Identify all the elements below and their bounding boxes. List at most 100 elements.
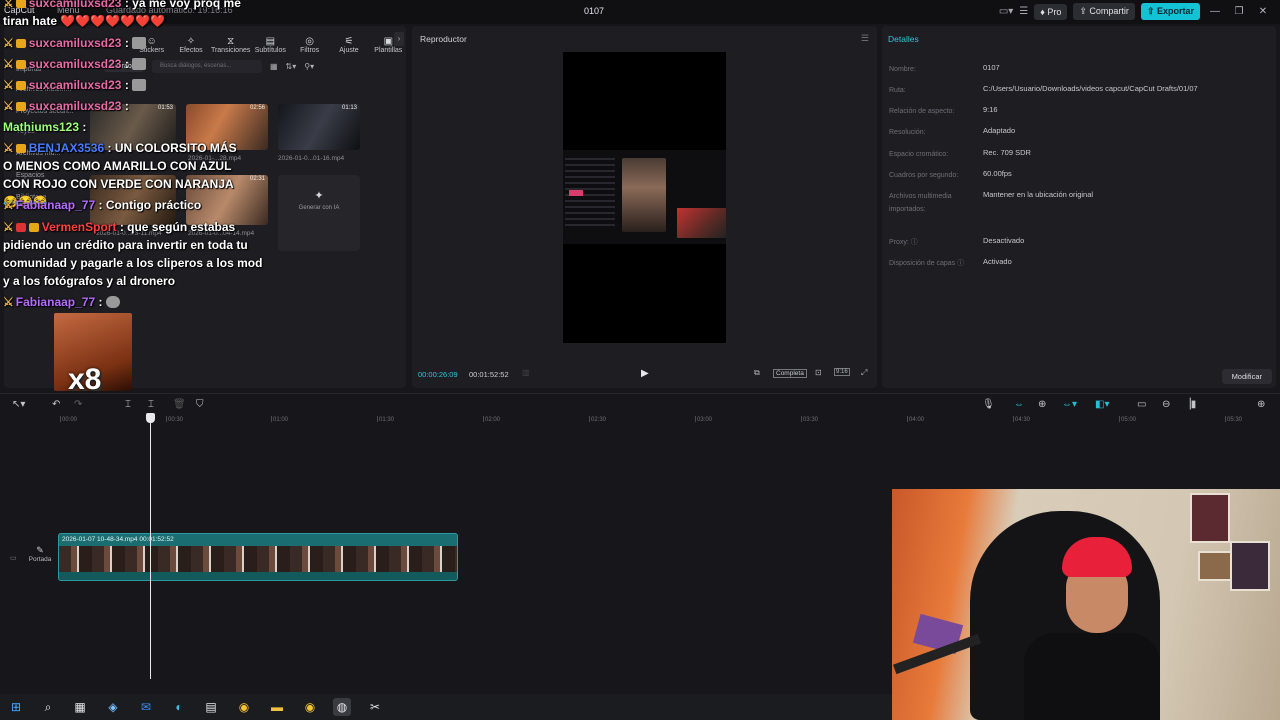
microphone-icon[interactable]: 🎙	[982, 399, 995, 410]
snap-icon[interactable]: ⊕	[1038, 399, 1046, 410]
current-time: 00:00:26:09	[418, 370, 458, 379]
share-button[interactable]: ⇪ Compartir	[1073, 3, 1135, 20]
tool-transitions[interactable]: ⧖ Transiciones	[210, 36, 251, 54]
chat-username: Fabianaap_77	[15, 198, 96, 212]
chat-username: Fabianaap_77	[15, 295, 96, 309]
preview-axis-icon[interactable]: ◧▾	[1095, 399, 1109, 410]
sort-icon[interactable]: ⇅▾	[286, 62, 297, 71]
sword-badge-icon: ⚔	[3, 198, 14, 212]
detail-value: Activado	[983, 257, 1012, 266]
search-icon[interactable]: ⌕	[39, 698, 57, 716]
linkage-icon[interactable]: ⇔▾	[1062, 399, 1077, 410]
folder-icon[interactable]: ▬	[268, 698, 286, 716]
zoom-slider[interactable]: ▕▮	[1183, 399, 1196, 410]
split-view-icon[interactable]: ⧉	[754, 368, 760, 378]
ratio-icon[interactable]: 9:16	[834, 368, 850, 376]
tool-label: Transiciones	[210, 47, 251, 54]
layout-icon[interactable]: ▭▾	[999, 6, 1013, 17]
chat-message: Mathiums123 :	[3, 118, 86, 136]
generate-ai-label: Generar con IA	[298, 205, 340, 211]
chat-text: :	[82, 120, 87, 134]
project-title: 0107	[584, 6, 605, 16]
split-icon[interactable]: ⌶	[125, 399, 131, 410]
restore-icon[interactable]: ❐	[1230, 6, 1248, 17]
ruler-tick: 02:30	[588, 416, 607, 423]
quality-select[interactable]: Completa	[773, 369, 807, 378]
export-button[interactable]: ⇧ Exportar	[1140, 3, 1200, 20]
caption-icon[interactable]: ▭	[1137, 399, 1146, 410]
split-right-icon[interactable]: ⌶	[148, 399, 154, 410]
detail-value: Rec. 709 SDR	[983, 148, 1031, 157]
zoom-in-icon[interactable]: ⊕	[1257, 399, 1265, 410]
detail-label: Proxy: ⓘ	[889, 239, 918, 246]
chat-username: suxcamiluxsd23	[28, 36, 122, 50]
transition-icon: ⧖	[227, 36, 235, 47]
chat-text: :	[124, 78, 129, 92]
timeline-ruler[interactable]: 00:00 00:30 01:00 01:30 02:00 02:30 03:0…	[0, 415, 1280, 427]
tool-label: Ajuste	[339, 47, 359, 54]
cover-button[interactable]: ✎ Portada	[26, 545, 54, 573]
tool-label: Efectos	[179, 47, 203, 54]
detail-value: C:/Users/Usuario/Downloads/videos capcut…	[983, 84, 1198, 93]
obs-icon[interactable]: ◍	[333, 698, 351, 716]
player-controls: 00:00:26:09 00:01:52:52 ▥ ▶ ⧉ Completa ⊡…	[412, 366, 877, 382]
streamer-hair	[1062, 537, 1132, 577]
undo-icon[interactable]: ↶	[52, 399, 60, 410]
video-preview[interactable]	[563, 52, 726, 343]
shield-icon[interactable]: ⛉	[196, 399, 204, 410]
sword-badge-icon: ⚔	[3, 220, 14, 234]
thumb-duration: 02:31	[249, 176, 265, 182]
copilot-icon[interactable]: ◈	[104, 698, 122, 716]
windows-taskbar: ⊞ ⌕ ▦ ◈ ✉ ◐ ▤ ◉ ▬ ◉ ◍ ✂	[0, 694, 892, 720]
close-icon[interactable]: ✕	[1254, 6, 1272, 17]
select-tool-icon[interactable]: ↖▾	[12, 399, 25, 410]
zoom-out-icon[interactable]: ⊖	[1162, 399, 1170, 410]
chat-text: :	[124, 36, 129, 50]
sub-badge-icon	[15, 39, 26, 48]
tool-effects[interactable]: ✧ Efectos	[173, 36, 208, 54]
chrome-icon[interactable]: ◉	[235, 698, 253, 716]
pro-button[interactable]: ♦ Pro	[1034, 3, 1068, 20]
media-search-input[interactable]: Busca diálogos, escenas...	[151, 60, 262, 73]
grid-view-icon[interactable]: ▦	[270, 62, 278, 71]
video-clip[interactable]: 2026-01-07 10-48-34.mp4 00:01:52:52	[58, 533, 458, 581]
fullscreen-icon[interactable]: ⤢	[861, 368, 867, 378]
play-icon[interactable]: ▶	[641, 368, 649, 379]
chat-message: ⚔ suxcamiluxsd23 :	[3, 97, 129, 115]
media-thumbnail[interactable]: 01:13	[278, 104, 360, 150]
plus-sparkle-icon: ✦	[314, 190, 324, 202]
task-view-icon[interactable]: ▦	[71, 698, 89, 716]
generate-ai-button[interactable]: ✦ Generar con IA	[278, 175, 360, 251]
windows-start-icon[interactable]: ⊞	[7, 698, 25, 716]
playhead[interactable]	[150, 413, 151, 679]
filter-funnel-icon[interactable]: ⚲▾	[304, 62, 314, 71]
chevron-right-icon[interactable]: ›	[394, 32, 404, 46]
link-clips-icon[interactable]: ⇔	[1014, 399, 1024, 410]
delete-icon[interactable]: 🗑	[173, 399, 186, 410]
tool-filters[interactable]: ◎ Filtros	[292, 36, 327, 54]
preview-webcam	[677, 208, 726, 238]
track-toggle-icon[interactable]: ▭	[10, 554, 17, 562]
chrome-icon-2[interactable]: ◉	[301, 698, 319, 716]
chat-message: ⚔ VermenSport : que según estabas pidiend…	[3, 218, 265, 290]
minimize-icon[interactable]: —	[1206, 6, 1224, 17]
tool-adjust[interactable]: ⚟ Ajuste	[331, 36, 366, 54]
store-icon[interactable]: ▤	[202, 698, 220, 716]
ruler-tick: 00:30	[165, 416, 184, 423]
detail-value: Mantener en la ubicación original	[983, 190, 1094, 199]
outlook-icon[interactable]: ✉	[137, 698, 155, 716]
tool-subtitles[interactable]: ▤ Subtítulos	[253, 36, 288, 54]
modify-button[interactable]: Modificar	[1221, 369, 1272, 384]
screenshot-icon[interactable]: ⊡	[815, 368, 822, 377]
panel-menu-icon[interactable]: ☰	[861, 33, 869, 44]
preview-person	[622, 158, 666, 232]
chat-username: Mathiums123	[3, 120, 80, 134]
capcut-icon[interactable]: ✂	[366, 698, 384, 716]
redo-icon[interactable]: ↷	[74, 399, 82, 410]
detail-label: Ruta:	[889, 87, 906, 94]
shortcuts-icon[interactable]: ☰	[1019, 6, 1028, 17]
emote-icon	[132, 37, 147, 49]
edge-icon[interactable]: ◐	[170, 698, 188, 716]
detail-value: Desactivado	[983, 236, 1025, 245]
detail-label: Disposición de capas ⓘ	[889, 260, 965, 267]
